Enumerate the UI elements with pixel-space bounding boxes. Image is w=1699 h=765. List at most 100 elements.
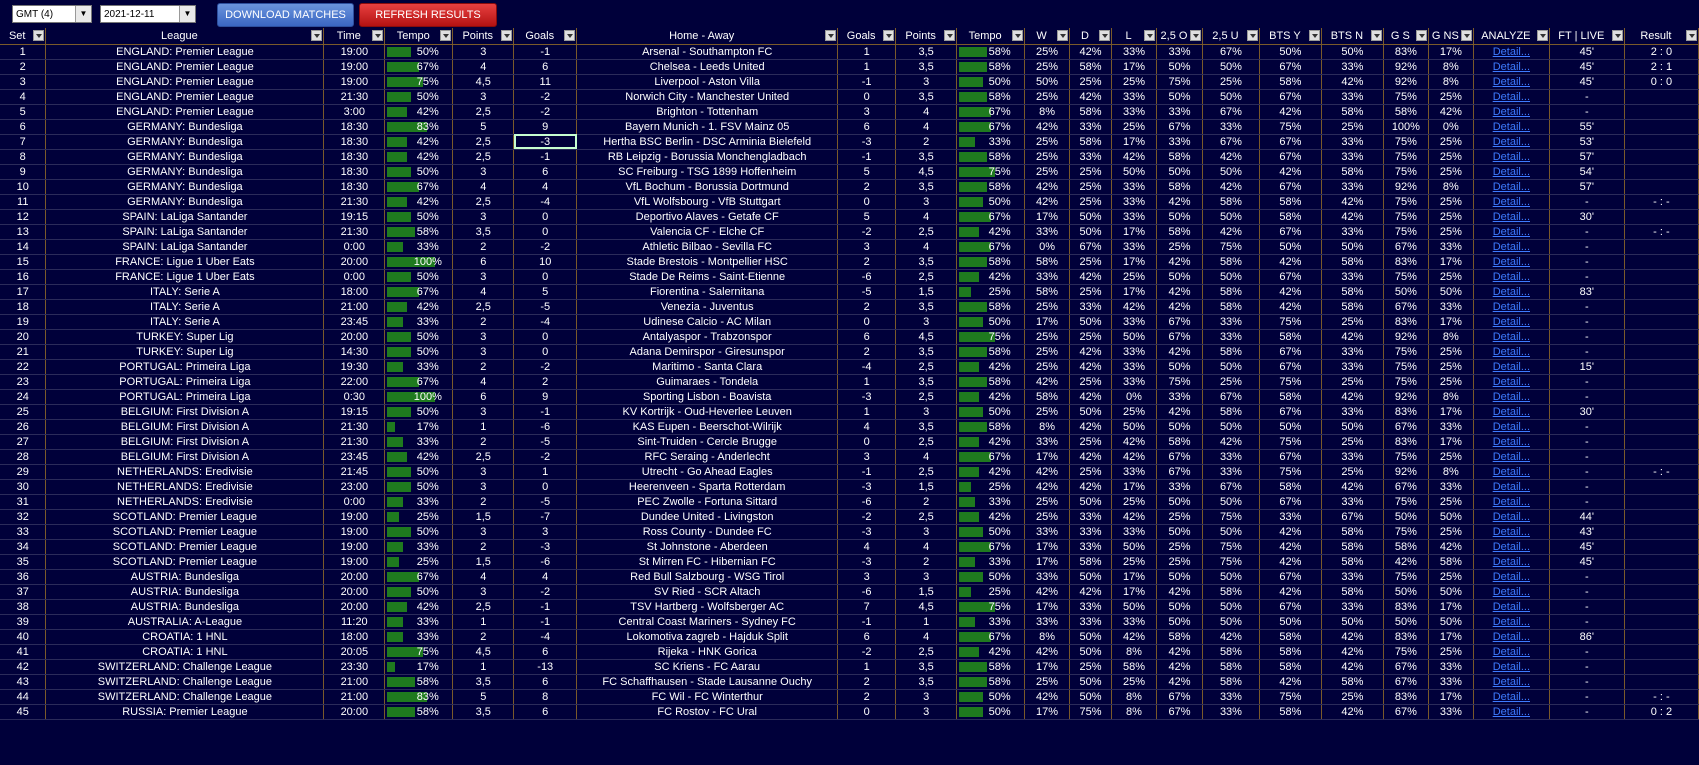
data-cell: - <box>1549 449 1625 465</box>
detail-link[interactable]: Detail... <box>1473 389 1550 405</box>
detail-link[interactable]: Detail... <box>1473 509 1550 525</box>
detail-link[interactable]: Detail... <box>1473 404 1550 420</box>
detail-link[interactable]: Detail... <box>1473 224 1550 240</box>
refresh-results-button[interactable]: REFRESH RESULTS <box>359 3 497 27</box>
data-cell: - <box>1549 239 1625 255</box>
detail-link[interactable]: Detail... <box>1473 464 1550 480</box>
filter-dropdown-icon[interactable] <box>1246 30 1258 41</box>
table-row: 19 ITALY: Serie A 23:45 33% 2 -4 Udinese Calci… <box>0 314 1699 330</box>
detail-link[interactable]: Detail... <box>1473 74 1550 90</box>
filter-dropdown-icon[interactable] <box>1415 30 1427 41</box>
filter-dropdown-icon[interactable] <box>1143 30 1155 41</box>
filter-dropdown-icon[interactable] <box>501 30 513 41</box>
detail-link[interactable]: Detail... <box>1473 149 1550 165</box>
data-cell <box>1624 329 1699 345</box>
detail-link[interactable]: Detail... <box>1473 704 1550 720</box>
filter-dropdown-icon[interactable] <box>944 30 956 41</box>
filter-dropdown-icon[interactable] <box>1308 30 1320 41</box>
league-cell: AUSTRALIA: A-League <box>45 614 325 630</box>
detail-link[interactable]: Detail... <box>1473 614 1550 630</box>
filter-dropdown-icon[interactable] <box>33 30 45 41</box>
detail-link[interactable]: Detail... <box>1473 539 1550 555</box>
tempo-value: 50% <box>416 165 439 178</box>
detail-link[interactable]: Detail... <box>1473 554 1550 570</box>
detail-link[interactable]: Detail... <box>1473 329 1550 345</box>
filter-dropdown-icon[interactable] <box>1057 30 1069 41</box>
filter-dropdown-icon[interactable] <box>1536 30 1548 41</box>
data-cell <box>1624 674 1699 690</box>
league-cell: CROATIA: 1 HNL <box>45 644 325 660</box>
detail-link[interactable]: Detail... <box>1473 299 1550 315</box>
row-number: 17 <box>0 284 47 300</box>
column-header: Home - Away <box>576 28 839 45</box>
filter-dropdown-icon[interactable] <box>311 30 323 41</box>
filter-dropdown-icon[interactable] <box>883 30 895 41</box>
data-cell: 0 <box>837 194 897 210</box>
detail-link[interactable]: Detail... <box>1473 434 1550 450</box>
detail-link[interactable]: Detail... <box>1473 494 1550 510</box>
data-cell: 58% <box>1259 629 1322 645</box>
table-row: 37 AUSTRIA: Bundesliga 20:00 50% 3 -2 SV Ried … <box>0 584 1699 600</box>
detail-link[interactable]: Detail... <box>1473 524 1550 540</box>
tempo-value: 42% <box>416 135 439 148</box>
tempo-value: 33% <box>416 540 439 553</box>
detail-link[interactable]: Detail... <box>1473 104 1550 120</box>
filter-dropdown-icon[interactable] <box>440 30 452 41</box>
detail-link[interactable]: Detail... <box>1473 644 1550 660</box>
date-select[interactable]: 2021-12-11 ▼ <box>100 5 196 23</box>
filter-dropdown-icon[interactable] <box>372 30 384 41</box>
filter-dropdown-icon[interactable] <box>1370 30 1382 41</box>
detail-link[interactable]: Detail... <box>1473 284 1550 300</box>
data-cell <box>1624 419 1699 435</box>
detail-link[interactable]: Detail... <box>1473 449 1550 465</box>
chevron-down-icon[interactable]: ▼ <box>179 6 195 22</box>
detail-link[interactable]: Detail... <box>1473 209 1550 225</box>
download-matches-button[interactable]: DOWNLOAD MATCHES <box>217 3 354 27</box>
data-cell: 67% <box>1383 419 1429 435</box>
detail-link[interactable]: Detail... <box>1473 569 1550 585</box>
detail-link[interactable]: Detail... <box>1473 44 1550 60</box>
data-cell: 67% <box>1259 494 1322 510</box>
filter-dropdown-icon[interactable] <box>1012 30 1024 41</box>
chevron-down-icon[interactable]: ▼ <box>75 6 91 22</box>
detail-link[interactable]: Detail... <box>1473 689 1550 705</box>
timezone-select[interactable]: GMT (4) ▼ <box>12 5 92 23</box>
detail-link[interactable]: Detail... <box>1473 359 1550 375</box>
tempo-bar-cell: 50% <box>956 689 1026 705</box>
data-cell: 19:00 <box>323 59 386 75</box>
filter-dropdown-icon[interactable] <box>1099 30 1111 41</box>
detail-link[interactable]: Detail... <box>1473 374 1550 390</box>
detail-link[interactable]: Detail... <box>1473 59 1550 75</box>
detail-link[interactable]: Detail... <box>1473 659 1550 675</box>
detail-link[interactable]: Detail... <box>1473 134 1550 150</box>
detail-link[interactable]: Detail... <box>1473 314 1550 330</box>
data-cell <box>1624 239 1699 255</box>
detail-link[interactable]: Detail... <box>1473 419 1550 435</box>
tempo-value: 58% <box>416 705 439 718</box>
detail-link[interactable]: Detail... <box>1473 119 1550 135</box>
detail-link[interactable]: Detail... <box>1473 584 1550 600</box>
detail-link[interactable]: Detail... <box>1473 599 1550 615</box>
detail-link[interactable]: Detail... <box>1473 179 1550 195</box>
data-cell: 67% <box>1259 134 1322 150</box>
detail-link[interactable]: Detail... <box>1473 164 1550 180</box>
data-cell: 4 <box>895 539 958 555</box>
detail-link[interactable]: Detail... <box>1473 269 1550 285</box>
detail-link[interactable]: Detail... <box>1473 89 1550 105</box>
filter-dropdown-icon[interactable] <box>1189 30 1201 41</box>
data-cell[interactable]: -3 <box>513 134 578 150</box>
detail-link[interactable]: Detail... <box>1473 479 1550 495</box>
detail-link[interactable]: Detail... <box>1473 674 1550 690</box>
filter-dropdown-icon[interactable] <box>825 30 837 41</box>
filter-dropdown-icon[interactable] <box>1611 30 1623 41</box>
data-cell: 50% <box>1202 419 1260 435</box>
detail-link[interactable]: Detail... <box>1473 239 1550 255</box>
filter-dropdown-icon[interactable] <box>1686 30 1697 41</box>
filter-dropdown-icon[interactable] <box>1460 30 1472 41</box>
detail-link[interactable]: Detail... <box>1473 254 1550 270</box>
detail-link[interactable]: Detail... <box>1473 194 1550 210</box>
filter-dropdown-icon[interactable] <box>564 30 576 41</box>
detail-link[interactable]: Detail... <box>1473 629 1550 645</box>
detail-link[interactable]: Detail... <box>1473 344 1550 360</box>
data-cell: 25% <box>1024 59 1071 75</box>
